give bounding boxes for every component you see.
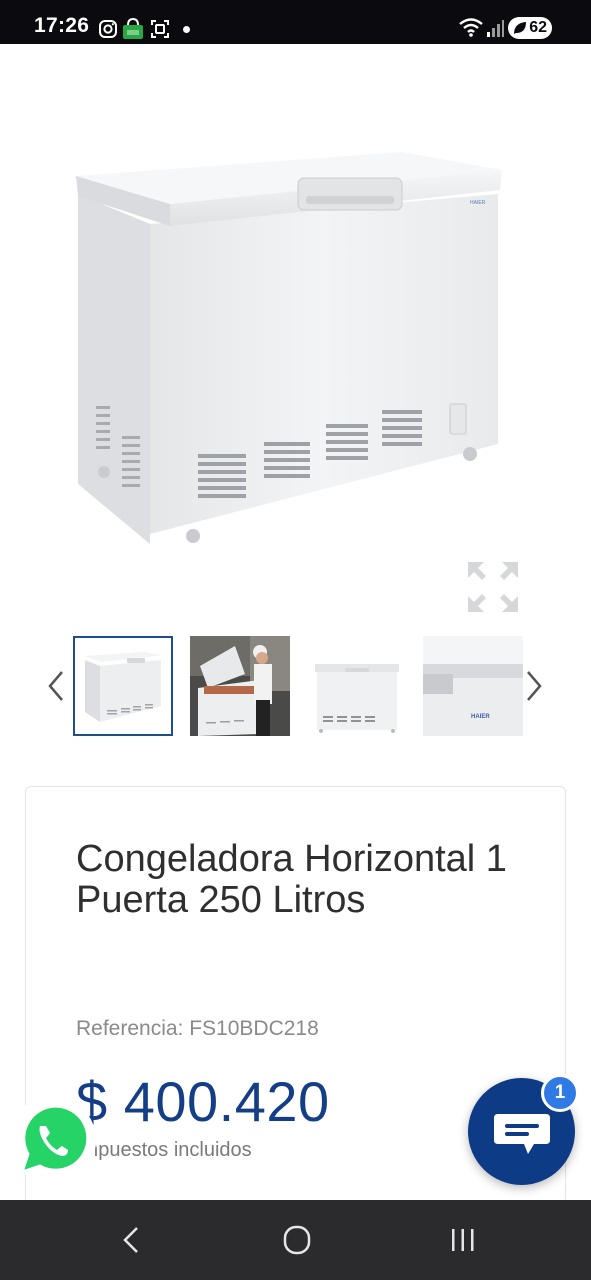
tax-note: Impuestos incluidos bbox=[76, 1139, 252, 1161]
product-main-image[interactable]: HAIER bbox=[0, 44, 591, 614]
product-reference: Referencia: FS10BDC218 bbox=[76, 1017, 319, 1040]
freezer-illustration: HAIER bbox=[76, 152, 502, 544]
cart-notification-icon bbox=[123, 17, 143, 39]
chevron-right-icon[interactable] bbox=[522, 666, 548, 706]
battery-indicator: 62 bbox=[508, 17, 552, 39]
recent-apps-icon[interactable] bbox=[443, 1222, 483, 1258]
system-nav-bar bbox=[0, 1200, 591, 1280]
expand-image-icon[interactable] bbox=[466, 560, 520, 614]
notification-dot bbox=[183, 26, 190, 33]
signal-icon bbox=[487, 20, 504, 37]
thumbnail-4[interactable]: HAIER bbox=[423, 636, 523, 736]
battery-level: 62 bbox=[529, 19, 547, 36]
product-info-card: Congeladora Horizontal 1 Puerta 250 Litr… bbox=[25, 786, 566, 1256]
thumbnail-2[interactable] bbox=[190, 636, 290, 736]
freezer-front-small-thumb bbox=[307, 636, 407, 736]
home-icon[interactable] bbox=[277, 1222, 317, 1258]
freezer-in-kitchen-thumb bbox=[190, 636, 290, 736]
whatsapp-icon bbox=[19, 1104, 90, 1175]
status-bar: 17:26 62 bbox=[0, 0, 591, 44]
thumbnail-1[interactable] bbox=[73, 636, 173, 736]
thumbnail-3[interactable] bbox=[307, 636, 407, 736]
whatsapp-button[interactable] bbox=[4, 1092, 100, 1188]
instagram-icon bbox=[99, 20, 117, 38]
wifi-icon bbox=[459, 18, 483, 37]
product-title: Congeladora Horizontal 1 Puerta 250 Litr… bbox=[76, 838, 507, 921]
freezer-front-thumb bbox=[75, 638, 171, 734]
brand-logo: HAIER bbox=[470, 200, 486, 206]
screen: 17:26 62 HAIER HAIER Congeladora Horizon… bbox=[0, 0, 591, 1280]
product-price: $ 400.420 bbox=[76, 1070, 330, 1133]
thumbnail-carousel: HAIER bbox=[0, 626, 591, 748]
freezer-detail-logo-thumb: HAIER bbox=[423, 636, 523, 736]
battery-saver-icon bbox=[514, 22, 526, 34]
chat-unread-badge: 1 bbox=[541, 1074, 579, 1112]
chevron-left-icon[interactable] bbox=[42, 666, 68, 706]
screenshot-icon bbox=[151, 20, 169, 38]
svg-text:HAIER: HAIER bbox=[471, 714, 490, 720]
back-icon[interactable] bbox=[112, 1222, 152, 1258]
status-time: 17:26 bbox=[34, 14, 90, 37]
